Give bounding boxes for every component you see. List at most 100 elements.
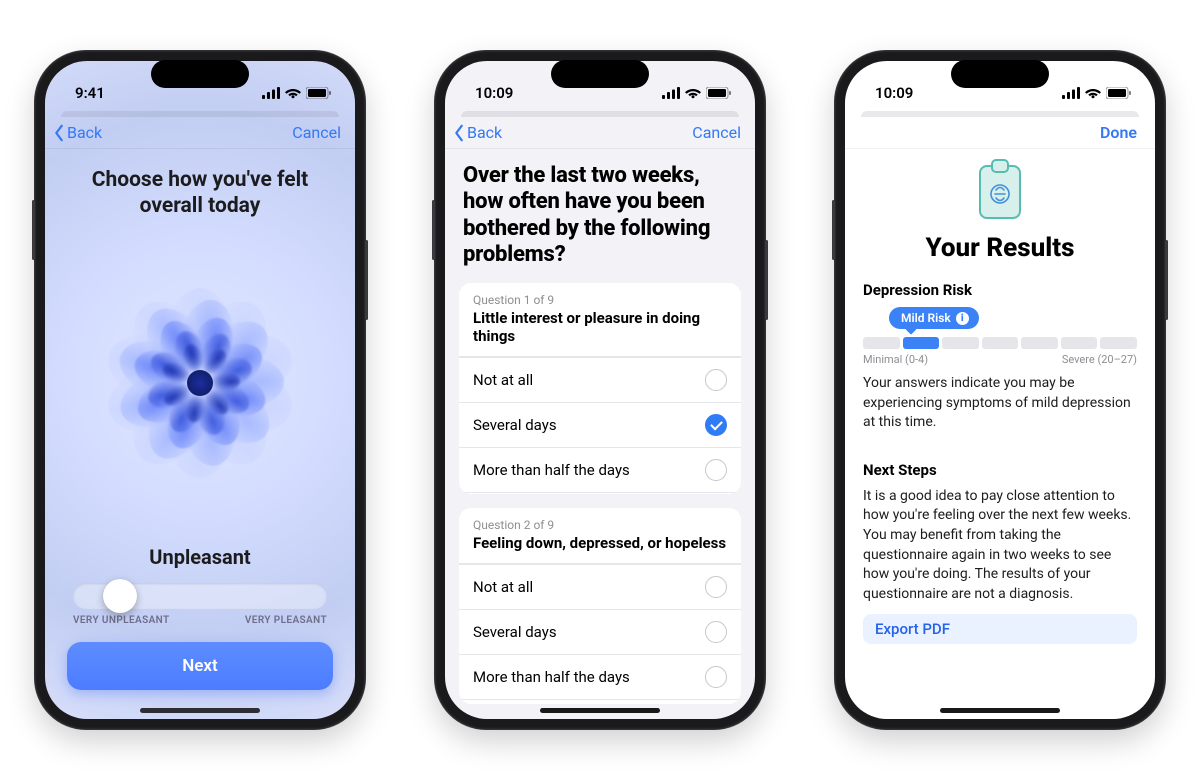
- answer-option[interactable]: More than half the days: [459, 654, 741, 699]
- answer-option[interactable]: Not at all: [459, 564, 741, 609]
- question-card: Question 1 of 9 Little interest or pleasu…: [459, 283, 741, 495]
- dynamic-island: [551, 60, 649, 88]
- battery-icon: [306, 87, 331, 99]
- radio-checked-icon[interactable]: [705, 414, 727, 436]
- risk-seg: [942, 337, 979, 349]
- results-title: Your Results: [863, 233, 1137, 263]
- answer-label: Several days: [473, 623, 557, 641]
- back-label: Back: [67, 123, 102, 142]
- back-button[interactable]: Back: [453, 123, 502, 142]
- mood-value-label: Unpleasant: [45, 545, 355, 569]
- chevron-left-icon: [453, 124, 465, 142]
- risk-bar-min: Minimal (0-4): [863, 353, 928, 366]
- risk-bar-max: Severe (20–27): [1062, 353, 1137, 366]
- sheet-header: Done: [845, 115, 1155, 149]
- status-time: 9:41: [75, 84, 105, 102]
- answer-option[interactable]: Not at all: [459, 357, 741, 402]
- export-pdf-button[interactable]: Export PDF: [863, 614, 1137, 644]
- mood-prompt-title: Choose how you've felt overall today: [45, 149, 355, 224]
- status-icons: [662, 87, 731, 99]
- sheet-header: Back Cancel: [445, 115, 755, 149]
- answer-option[interactable]: Nearly every day: [459, 699, 741, 704]
- next-steps-body: It is a good idea to pay close attention…: [863, 487, 1137, 605]
- back-button[interactable]: Back: [53, 123, 102, 142]
- wifi-icon: [1085, 87, 1101, 99]
- answer-label: More than half the days: [473, 461, 630, 479]
- screen-results: 10:09 Done Your Res: [845, 61, 1155, 719]
- answer-label: Not at all: [473, 578, 533, 596]
- info-icon[interactable]: i: [956, 312, 969, 325]
- phone-results: 10:09 Done Your Res: [834, 50, 1166, 730]
- results-body: Your Results Depression Risk Mild Risk i…: [845, 149, 1155, 704]
- slider-max-label: VERY PLEASANT: [245, 615, 327, 626]
- risk-seg: [1021, 337, 1058, 349]
- dynamic-island: [951, 60, 1049, 88]
- slider-knob[interactable]: [103, 579, 137, 613]
- cancel-button[interactable]: Cancel: [292, 123, 341, 142]
- phone-questionnaire: 10:09 Back Cancel Over the last two week…: [434, 50, 766, 730]
- answer-label: Not at all: [473, 371, 533, 389]
- answer-label: Several days: [473, 416, 557, 434]
- radio-icon[interactable]: [705, 369, 727, 391]
- chevron-left-icon: [53, 124, 65, 142]
- risk-seg-active: [903, 337, 940, 349]
- radio-icon[interactable]: [705, 621, 727, 643]
- mood-slider[interactable]: [73, 583, 327, 609]
- risk-heading: Depression Risk: [863, 281, 1137, 299]
- wifi-icon: [285, 87, 301, 99]
- risk-pill[interactable]: Mild Risk i: [889, 307, 979, 329]
- cellular-icon: [662, 87, 680, 99]
- risk-bar-labels: Minimal (0-4) Severe (20–27): [863, 353, 1137, 366]
- questionnaire-title: Over the last two weeks, how often have …: [445, 149, 755, 283]
- question-header: Question 2 of 9 Feeling down, depressed, …: [459, 508, 741, 564]
- cellular-icon: [1062, 87, 1080, 99]
- risk-seg: [1061, 337, 1098, 349]
- home-indicator[interactable]: [540, 708, 660, 713]
- answer-label: More than half the days: [473, 668, 630, 686]
- slider-min-label: VERY UNPLEASANT: [73, 615, 170, 626]
- risk-seg: [982, 337, 1019, 349]
- status-icons: [1062, 87, 1131, 99]
- status-time: 10:09: [475, 84, 513, 102]
- done-button[interactable]: Done: [1100, 123, 1137, 142]
- next-button[interactable]: Next: [67, 642, 333, 690]
- status-icons: [262, 87, 331, 99]
- risk-pill-row: Mild Risk i: [863, 307, 1137, 333]
- radio-icon[interactable]: [705, 459, 727, 481]
- answer-option[interactable]: More than half the days: [459, 447, 741, 492]
- screen-mood: 9:41 Back Cancel Choose how you've felt …: [45, 61, 355, 719]
- question-step: Question 1 of 9: [473, 293, 727, 307]
- next-steps-heading: Next Steps: [863, 461, 1137, 479]
- risk-pill-label: Mild Risk: [901, 311, 951, 325]
- answer-option[interactable]: Several days: [459, 609, 741, 654]
- question-text: Feeling down, depressed, or hopeless: [473, 534, 727, 553]
- radio-icon[interactable]: [705, 576, 727, 598]
- battery-icon: [1106, 87, 1131, 99]
- cancel-button[interactable]: Cancel: [692, 123, 741, 142]
- question-step: Question 2 of 9: [473, 518, 727, 532]
- mood-illustration: [45, 224, 355, 540]
- question-header: Question 1 of 9 Little interest or pleasu…: [459, 283, 741, 358]
- clipboard-brain-icon: [971, 155, 1029, 225]
- slider-range-labels: VERY UNPLEASANT VERY PLEASANT: [73, 615, 327, 626]
- back-label: Back: [467, 123, 502, 142]
- risk-bar: [863, 337, 1137, 349]
- status-time: 10:09: [875, 84, 913, 102]
- question-card: Question 2 of 9 Feeling down, depressed, …: [459, 508, 741, 704]
- dynamic-island: [151, 60, 249, 88]
- battery-icon: [706, 87, 731, 99]
- wifi-icon: [685, 87, 701, 99]
- risk-seg: [863, 337, 900, 349]
- answer-option[interactable]: Nearly every day: [459, 492, 741, 494]
- screen-questionnaire: 10:09 Back Cancel Over the last two week…: [445, 61, 755, 719]
- home-indicator[interactable]: [140, 708, 260, 713]
- phone-mood-logging: 9:41 Back Cancel Choose how you've felt …: [34, 50, 366, 730]
- risk-summary: Your answers indicate you may be experie…: [863, 374, 1137, 433]
- home-indicator[interactable]: [940, 708, 1060, 713]
- risk-seg: [1100, 337, 1137, 349]
- question-text: Little interest or pleasure in doing thi…: [473, 309, 727, 347]
- answer-option[interactable]: Several days: [459, 402, 741, 447]
- radio-icon[interactable]: [705, 666, 727, 688]
- question-list[interactable]: Question 1 of 9 Little interest or pleasu…: [445, 283, 755, 704]
- sheet-header: Back Cancel: [45, 115, 355, 149]
